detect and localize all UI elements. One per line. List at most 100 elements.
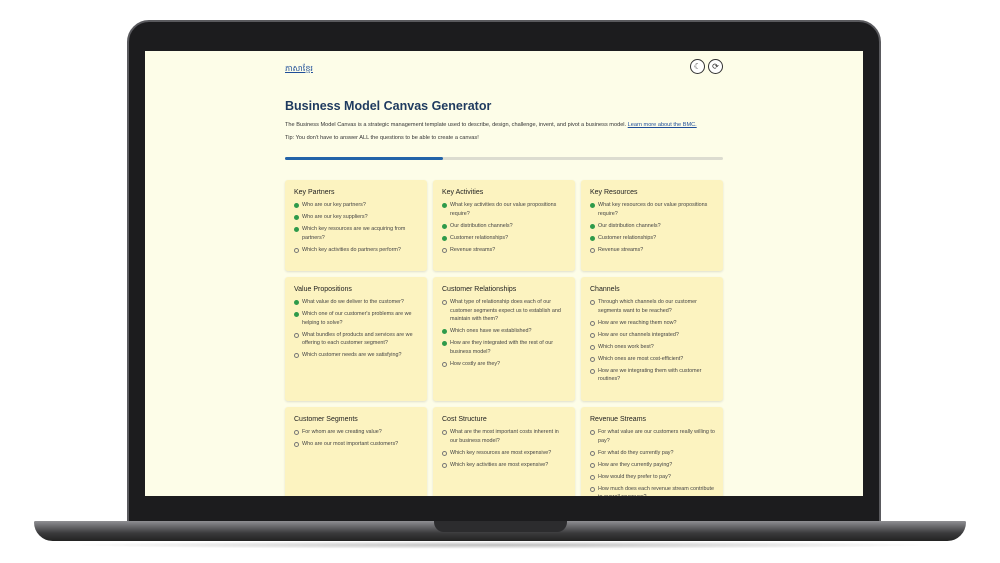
canvas-grid: Key Partners Who are our key partners? Who… bbox=[285, 180, 723, 496]
question-item[interactable]: How costly are they? bbox=[442, 360, 567, 369]
empty-circle-icon bbox=[442, 462, 447, 468]
progress-bar bbox=[285, 157, 723, 160]
question-item[interactable]: Revenue streams? bbox=[442, 246, 567, 255]
question-text: For what do they currently pay? bbox=[598, 449, 674, 456]
question-item[interactable]: Who are our key suppliers? bbox=[294, 213, 419, 222]
question-text: Which key activities do partners perform… bbox=[302, 246, 401, 253]
question-item[interactable]: What key activities do our value proposi… bbox=[442, 201, 567, 218]
question-item[interactable]: What type of relationship does each of o… bbox=[442, 298, 567, 324]
question-text: Who are our key partners? bbox=[302, 202, 366, 208]
check-circle-icon bbox=[294, 214, 299, 220]
card-customer-segments[interactable]: Customer Segments For whom are we creatin… bbox=[285, 407, 427, 496]
empty-circle-icon bbox=[442, 450, 447, 456]
question-text: Through which channels do our customer s… bbox=[598, 299, 697, 314]
question-item[interactable]: Which customer needs are we satisfying? bbox=[294, 351, 419, 360]
question-text: Revenue streams? bbox=[450, 246, 496, 253]
question-item[interactable]: How would they prefer to pay? bbox=[590, 473, 715, 482]
progress-fill bbox=[285, 157, 443, 160]
question-item[interactable]: Who are our most important customers? bbox=[294, 440, 419, 449]
question-text: Customer relationships? bbox=[450, 234, 509, 241]
question-item[interactable]: Customer relationships? bbox=[442, 234, 567, 243]
question-text: Our distribution channels? bbox=[450, 222, 513, 229]
question-item[interactable]: Customer relationships? bbox=[590, 234, 715, 243]
question-text: How are our channels integrated? bbox=[598, 331, 679, 338]
empty-circle-icon bbox=[442, 361, 447, 367]
question-text: What key activities do our value proposi… bbox=[450, 202, 557, 217]
empty-circle-icon bbox=[590, 344, 595, 350]
card-key-partners[interactable]: Key Partners Who are our key partners? Who… bbox=[285, 180, 427, 271]
learn-more-link[interactable]: Learn more about the BMC. bbox=[628, 122, 697, 128]
question-item[interactable]: Which key resources are we acquiring fro… bbox=[294, 225, 419, 242]
question-text: Which customer needs are we satisfying? bbox=[302, 352, 402, 359]
check-circle-icon bbox=[294, 300, 299, 305]
question-item[interactable]: What are the most important costs inhere… bbox=[442, 428, 567, 445]
empty-circle-icon bbox=[294, 353, 299, 359]
empty-circle-icon bbox=[590, 430, 595, 435]
question-item[interactable]: Which ones have we established? bbox=[442, 327, 567, 336]
question-item[interactable]: Which ones work best? bbox=[590, 343, 715, 352]
question-item[interactable]: What value do we deliver to the customer… bbox=[294, 298, 419, 307]
page-title: Business Model Canvas Generator bbox=[285, 99, 492, 113]
question-item[interactable]: How are they integrated with the rest of… bbox=[442, 339, 567, 356]
question-item[interactable]: How are they currently paying? bbox=[590, 461, 715, 470]
card-cost-structure[interactable]: Cost Structure What are the most importan… bbox=[433, 407, 575, 496]
empty-circle-icon bbox=[590, 368, 595, 374]
description-text: The Business Model Canvas is a strategic… bbox=[285, 122, 627, 128]
empty-circle-icon bbox=[590, 486, 595, 492]
empty-circle-icon bbox=[442, 430, 447, 435]
question-item[interactable]: How are we reaching them now? bbox=[590, 319, 715, 328]
question-item[interactable]: Who are our key partners? bbox=[294, 201, 419, 210]
laptop-notch bbox=[434, 521, 567, 532]
check-circle-icon bbox=[442, 223, 447, 229]
question-text: Customer relationships? bbox=[598, 234, 657, 241]
question-text: What type of relationship does each of o… bbox=[450, 299, 561, 323]
card-channels[interactable]: Channels Through which channels do our cu… bbox=[581, 277, 723, 401]
check-circle-icon bbox=[294, 226, 299, 232]
question-item[interactable]: Our distribution channels? bbox=[590, 222, 715, 231]
card-title: Channels bbox=[590, 286, 620, 293]
question-text: For what value are our customers really … bbox=[598, 429, 715, 444]
question-text: Who are our key suppliers? bbox=[302, 213, 368, 220]
empty-circle-icon bbox=[590, 332, 595, 338]
card-customer-relationships[interactable]: Customer Relationships What type of relat… bbox=[433, 277, 575, 401]
empty-circle-icon bbox=[294, 430, 299, 435]
question-item[interactable]: What key resources do our value proposit… bbox=[590, 201, 715, 218]
card-revenue-streams[interactable]: Revenue Streams For what value are our cu… bbox=[581, 407, 723, 496]
empty-circle-icon bbox=[590, 320, 595, 326]
question-item[interactable]: Which ones are most cost-efficient? bbox=[590, 355, 715, 364]
question-text: Which key activities are most expensive? bbox=[450, 461, 549, 468]
laptop-shadow bbox=[60, 541, 940, 549]
question-item[interactable]: Which key activities are most expensive? bbox=[442, 461, 567, 470]
question-item[interactable]: Our distribution channels? bbox=[442, 222, 567, 231]
empty-circle-icon bbox=[294, 332, 299, 338]
question-item[interactable]: How are our channels integrated? bbox=[590, 331, 715, 340]
question-item[interactable]: Which one of our customer's problems are… bbox=[294, 310, 419, 327]
card-value-propositions[interactable]: Value Propositions What value do we deliv… bbox=[285, 277, 427, 401]
question-item[interactable]: For what value are our customers really … bbox=[590, 428, 715, 445]
question-item[interactable]: Which key resources are most expensive? bbox=[442, 449, 567, 458]
refresh-icon[interactable]: ⟳ bbox=[708, 59, 723, 74]
card-title: Revenue Streams bbox=[590, 416, 647, 423]
question-item[interactable]: What bundles of products and services ar… bbox=[294, 331, 419, 348]
question-item[interactable]: For whom are we creating value? bbox=[294, 428, 419, 437]
question-item[interactable]: How are we integrating them with custome… bbox=[590, 367, 715, 384]
empty-circle-icon bbox=[442, 300, 447, 305]
empty-circle-icon bbox=[590, 450, 595, 456]
empty-circle-icon bbox=[590, 474, 595, 480]
question-item[interactable]: How much does each revenue stream contri… bbox=[590, 485, 715, 496]
question-item[interactable]: Through which channels do our customer s… bbox=[590, 298, 715, 315]
question-item[interactable]: Which key activities do partners perform… bbox=[294, 246, 419, 255]
question-text: How much does each revenue stream contri… bbox=[598, 485, 714, 496]
page-description: The Business Model Canvas is a strategic… bbox=[285, 122, 697, 128]
check-circle-icon bbox=[442, 329, 447, 335]
card-title: Key Partners bbox=[294, 189, 335, 196]
card-title: Value Propositions bbox=[294, 286, 352, 293]
check-circle-icon bbox=[294, 203, 299, 208]
moon-icon[interactable]: ☾ bbox=[690, 59, 705, 74]
card-key-resources[interactable]: Key Resources What key resources do our v… bbox=[581, 180, 723, 271]
question-item[interactable]: Revenue streams? bbox=[590, 246, 715, 255]
language-link[interactable]: ភាសាខ្មែរ bbox=[285, 63, 313, 75]
card-key-activities[interactable]: Key Activities What key activities do our… bbox=[433, 180, 575, 271]
question-item[interactable]: For what do they currently pay? bbox=[590, 449, 715, 458]
tip-text: Tip: You don't have to answer ALL the qu… bbox=[285, 135, 479, 141]
